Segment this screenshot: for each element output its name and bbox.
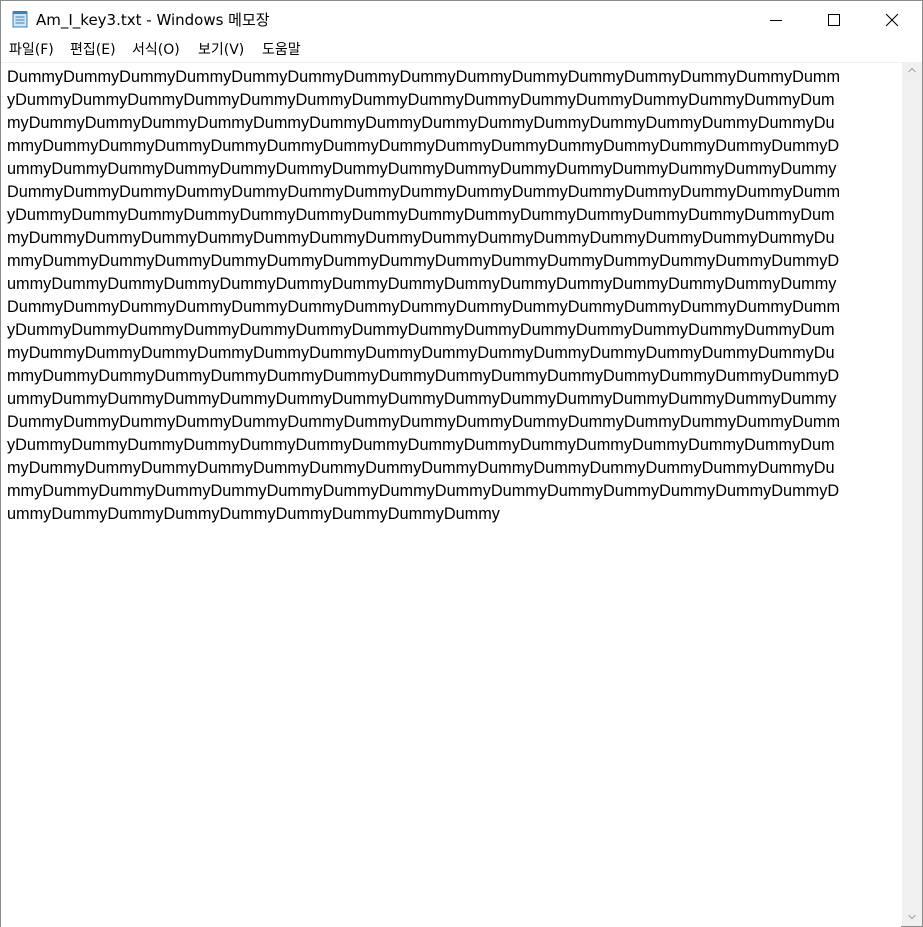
text-line: mmyDummyDummyDummyDummyDummyDummyDummyDu… <box>7 252 840 270</box>
vertical-scrollbar[interactable] <box>902 62 922 926</box>
text-line: DummyDummyDummyDummyDummyDummyDummyDummy… <box>7 183 841 201</box>
text-line: DummyDummyDummyDummyDummyDummyDummyDummy… <box>7 68 841 86</box>
window-title: Am_I_key3.txt - Windows 메모장 <box>36 11 270 29</box>
text-line: myDummyDummyDummyDummyDummyDummyDummyDum… <box>7 459 835 477</box>
notepad-window: Am_I_key3.txt - Windows 메모장 파일(F) 편집(E) … <box>0 0 923 927</box>
title-bar[interactable]: Am_I_key3.txt - Windows 메모장 <box>1 1 922 38</box>
close-button[interactable] <box>863 1 921 38</box>
text-line: mmyDummyDummyDummyDummyDummyDummyDummyDu… <box>7 137 840 155</box>
maximize-icon <box>828 14 840 26</box>
minimize-button[interactable] <box>747 1 805 38</box>
menu-edit[interactable]: 편집(E) <box>70 41 116 59</box>
maximize-button[interactable] <box>805 1 863 38</box>
text-editor-area[interactable]: DummyDummyDummyDummyDummyDummyDummyDummy… <box>1 62 901 927</box>
text-line: myDummyDummyDummyDummyDummyDummyDummyDum… <box>7 344 835 362</box>
scroll-down-button[interactable] <box>902 909 922 926</box>
text-line: mmyDummyDummyDummyDummyDummyDummyDummyDu… <box>7 482 840 500</box>
close-icon <box>885 13 899 27</box>
text-line: yDummyDummyDummyDummyDummyDummyDummyDumm… <box>7 436 835 454</box>
menu-view[interactable]: 보기(V) <box>198 41 244 59</box>
text-line: mmyDummyDummyDummyDummyDummyDummyDummyDu… <box>7 367 840 385</box>
scroll-up-arrow-icon <box>908 67 916 73</box>
editor-text[interactable]: DummyDummyDummyDummyDummyDummyDummyDummy… <box>7 66 899 526</box>
text-line: DummyDummyDummyDummyDummyDummyDummyDummy… <box>7 298 841 316</box>
minimize-icon <box>770 20 782 21</box>
text-line: DummyDummyDummyDummyDummyDummyDummyDummy… <box>7 413 841 431</box>
menu-format[interactable]: 서식(O) <box>132 41 180 59</box>
text-line: ummyDummyDummyDummyDummyDummyDummyDummyD… <box>7 160 837 178</box>
text-line: myDummyDummyDummyDummyDummyDummyDummyDum… <box>7 114 835 132</box>
menu-file[interactable]: 파일(F) <box>9 41 54 59</box>
text-line: yDummyDummyDummyDummyDummyDummyDummyDumm… <box>7 321 835 339</box>
text-line: yDummyDummyDummyDummyDummyDummyDummyDumm… <box>7 206 835 224</box>
text-line: ummyDummyDummyDummyDummyDummyDummyDummyD… <box>7 505 500 523</box>
notepad-icon <box>12 10 28 28</box>
scroll-down-arrow-icon <box>908 914 916 920</box>
menu-help[interactable]: 도움말 <box>262 41 301 59</box>
scroll-up-button[interactable] <box>902 62 922 79</box>
text-line: yDummyDummyDummyDummyDummyDummyDummyDumm… <box>7 91 835 109</box>
menu-bar: 파일(F) 편집(E) 서식(O) 보기(V) 도움말 <box>1 38 922 62</box>
text-line: ummyDummyDummyDummyDummyDummyDummyDummyD… <box>7 390 837 408</box>
text-line: ummyDummyDummyDummyDummyDummyDummyDummyD… <box>7 275 837 293</box>
text-line: myDummyDummyDummyDummyDummyDummyDummyDum… <box>7 229 835 247</box>
